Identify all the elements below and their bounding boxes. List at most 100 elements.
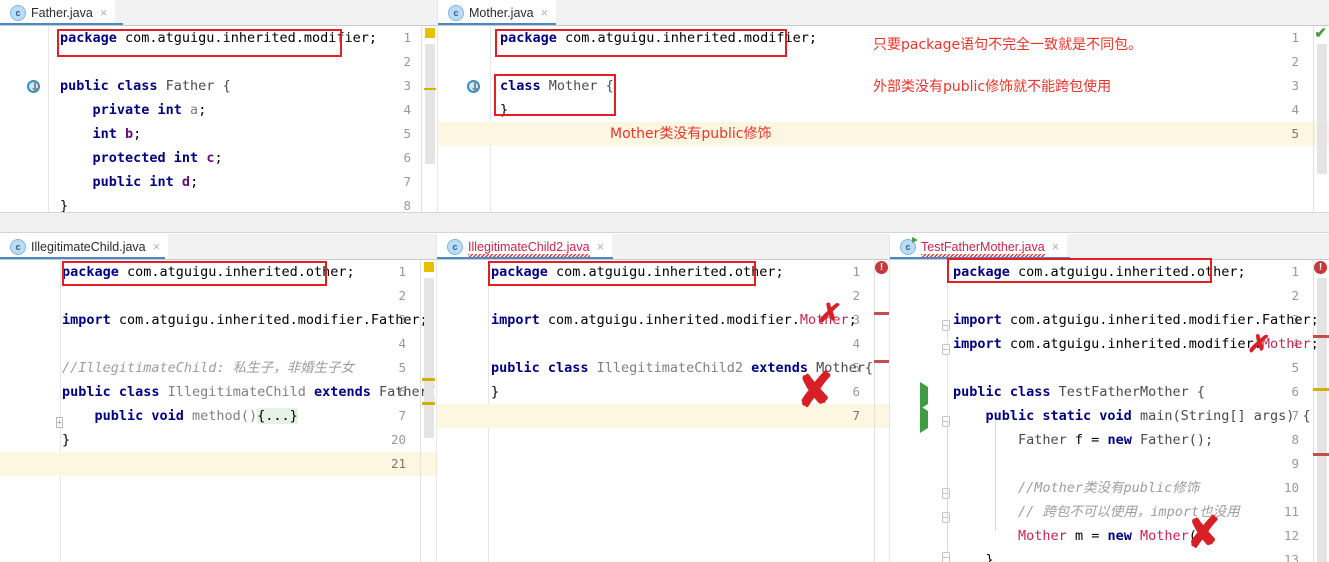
code-line: Father f = new Father(); <box>953 432 1214 448</box>
warning-line-marker[interactable] <box>1313 388 1329 391</box>
run-class-icon[interactable] <box>920 382 928 409</box>
code-line: } <box>62 432 71 448</box>
close-icon[interactable]: × <box>151 240 161 253</box>
error-summary-icon[interactable]: ! <box>875 261 888 274</box>
tab-active-underline <box>0 23 123 25</box>
code-line: public void method(){...} <box>62 408 298 424</box>
code-line: } <box>500 102 509 118</box>
caret-line-highlight <box>0 452 436 476</box>
tab-illegitimatechild2-java[interactable]: c IllegitimateChild2.java × <box>437 234 613 259</box>
line-number: 2 <box>1291 54 1299 69</box>
scrollbar-thumb[interactable] <box>424 278 434 438</box>
tab-label: Father.java <box>31 5 93 20</box>
tab-label: IllegitimateChild.java <box>31 239 146 254</box>
tabbar-mother: c Mother.java × <box>438 0 1329 26</box>
fold-collapse-icon[interactable]: ─ <box>942 547 950 562</box>
run-method-icon[interactable] <box>920 406 928 433</box>
warning-line-marker[interactable] <box>422 378 435 381</box>
code-line: public int d; <box>60 174 199 190</box>
error-summary-icon[interactable]: ! <box>1314 261 1327 274</box>
line-number: 1 <box>1291 30 1299 45</box>
code-line: import com.atguigu.inherited.modifier.Mo… <box>491 312 857 328</box>
tab-father-java[interactable]: c Father.java × <box>0 0 116 25</box>
gutter-mother[interactable] <box>438 26 491 212</box>
tab-label: Mother.java <box>469 5 534 20</box>
inspection-ok-icon[interactable]: ✔ <box>1314 26 1327 41</box>
vertical-splitter-bottom-right[interactable] <box>889 234 890 562</box>
fold-collapse-icon[interactable]: ─ <box>942 507 950 525</box>
line-number: 3 <box>1291 78 1299 93</box>
editor-area-illegitimatechild[interactable]: 1 2 3 4 5 6 7 20 21 + package com.atguig… <box>0 260 436 562</box>
fold-guide-line <box>947 420 948 550</box>
scrollbar-thumb[interactable] <box>425 44 435 164</box>
class-icon: c <box>10 238 26 255</box>
editor-area-father[interactable]: 1 2 3 4 5 6 7 8 package com.atguigu.inhe… <box>0 26 437 212</box>
code-line: class Mother { <box>500 78 614 94</box>
line-number: 2 <box>1291 288 1299 303</box>
editor-area-mother[interactable]: 1 2 3 4 5 package com.atguigu.inherited.… <box>438 26 1329 212</box>
horizontal-splitter[interactable] <box>0 212 1329 233</box>
error-line-marker[interactable] <box>874 360 890 363</box>
rail-separator <box>421 26 422 212</box>
gutter-father[interactable] <box>0 26 49 212</box>
fold-collapse-icon[interactable]: ─ <box>942 411 950 429</box>
tab-active-underline <box>437 257 613 259</box>
warning-summary-marker[interactable] <box>424 262 434 272</box>
line-number: 4 <box>398 336 406 351</box>
code-line: private int a; <box>60 102 207 118</box>
annotation-x-mark: ✗ <box>816 296 844 331</box>
code-line: import com.atguigu.inherited.modifier.Fa… <box>953 312 1319 328</box>
editor-panel-testfathermother: c TestFatherMother.java × 1 2 3 4 5 6 7 … <box>890 234 1329 562</box>
editor-panel-father: c Father.java × 1 2 3 4 5 6 7 8 package … <box>0 0 437 212</box>
line-number: 7 <box>403 174 411 189</box>
line-number: 1 <box>852 264 860 279</box>
class-icon: c <box>448 4 464 21</box>
line-number: 8 <box>403 198 411 212</box>
code-line: protected int c; <box>60 150 223 166</box>
fold-collapse-icon[interactable]: ─ <box>942 315 950 333</box>
line-number: 5 <box>403 126 411 141</box>
code-line: } <box>953 552 994 562</box>
vertical-splitter-bottom-left[interactable] <box>436 234 437 562</box>
code-line: public class TestFatherMother { <box>953 384 1205 400</box>
close-icon[interactable]: × <box>595 240 605 253</box>
code-line: public class IllegitimateChild extends F… <box>62 384 436 400</box>
error-line-marker[interactable] <box>874 312 890 315</box>
code-line: //IllegitimateChild: 私生子，非婚生子女 <box>62 360 355 376</box>
code-line: } <box>60 198 69 212</box>
close-icon[interactable]: × <box>539 6 549 19</box>
tab-label: TestFatherMother.java <box>921 239 1045 257</box>
line-number: 7 <box>398 408 406 423</box>
close-icon[interactable]: × <box>98 6 108 19</box>
line-number: 9 <box>1291 456 1299 471</box>
fold-guide-line <box>947 324 948 338</box>
rail-separator <box>1313 26 1314 212</box>
annotation-x-mark: ✘ <box>1184 508 1223 557</box>
tabbar-illegitimatechild: c IllegitimateChild.java × <box>0 234 436 260</box>
line-number: 2 <box>398 288 406 303</box>
fold-collapse-icon[interactable]: ─ <box>942 483 950 501</box>
gutter-testfathermother[interactable] <box>890 260 948 562</box>
tab-active-underline <box>438 23 556 25</box>
vertical-splitter-top[interactable] <box>437 0 438 212</box>
code-line: int b; <box>60 126 142 142</box>
scrollbar-thumb[interactable] <box>1317 278 1327 562</box>
warning-line-marker[interactable] <box>422 402 435 405</box>
fold-collapse-icon[interactable]: ─ <box>942 339 950 357</box>
warning-summary-marker[interactable] <box>425 28 435 38</box>
code-line: package com.atguigu.inherited.other; <box>953 264 1246 280</box>
tab-illegitimatechild-java[interactable]: c IllegitimateChild.java × <box>0 234 169 259</box>
close-icon[interactable]: × <box>1050 240 1060 253</box>
tab-testfathermother-java[interactable]: c TestFatherMother.java × <box>890 234 1068 259</box>
tab-active-underline <box>0 257 165 259</box>
scrollbar-thumb[interactable] <box>1317 44 1327 174</box>
tab-mother-java[interactable]: c Mother.java × <box>438 0 557 25</box>
gutter-illegitimatechild[interactable] <box>0 260 61 562</box>
editor-area-testfathermother[interactable]: 1 2 3 4 5 6 7 8 9 10 11 12 13 14 ─ ─ ─ ─… <box>890 260 1329 562</box>
warning-line-marker[interactable] <box>424 88 436 90</box>
error-line-marker[interactable] <box>1313 335 1329 338</box>
line-number: 1 <box>398 264 406 279</box>
tabbar-father: c Father.java × <box>0 0 437 26</box>
line-number: 6 <box>1291 384 1299 399</box>
error-line-marker[interactable] <box>1313 453 1329 456</box>
